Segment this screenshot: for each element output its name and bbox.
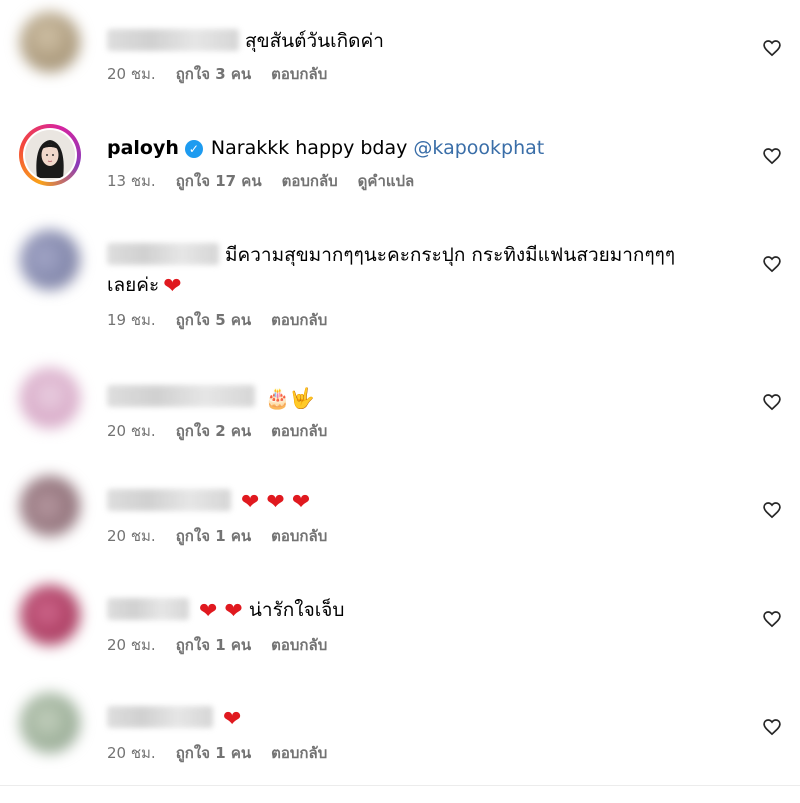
avatar xyxy=(25,130,75,180)
comment-text: ❤ xyxy=(107,703,740,735)
username-blurred[interactable] xyxy=(107,29,239,51)
heart-outline-icon[interactable] xyxy=(762,717,782,737)
comment-body: เลยค่ะ xyxy=(107,274,160,296)
comment-meta: 13 ชม. ถูกใจ 17 คน ตอบกลับ ดูคำแปล xyxy=(107,169,740,193)
heart-outline-icon[interactable] xyxy=(762,392,782,412)
comment-meta: 20 ชม. ถูกใจ 1 คน ตอบกลับ xyxy=(107,741,740,765)
username-blurred[interactable] xyxy=(107,243,219,265)
comment-list: สุขสันต์วันเกิดค่า 20 ชม. ถูกใจ 3 คน ตอบ… xyxy=(0,0,800,803)
comment-meta: 19 ชม. ถูกใจ 5 คน ตอบกลับ xyxy=(107,308,740,332)
timestamp[interactable]: 20 ชม. xyxy=(107,633,156,657)
likes-count[interactable]: ถูกใจ 17 คน xyxy=(176,169,262,193)
likes-count[interactable]: ถูกใจ 5 คน xyxy=(176,308,251,332)
username-blurred[interactable] xyxy=(107,489,231,511)
red-heart-emoji: ❤ xyxy=(223,707,242,732)
avatar[interactable] xyxy=(20,693,80,753)
comment-body: Narakkk happy bday xyxy=(210,137,408,159)
heart-outline-icon[interactable] xyxy=(762,609,782,629)
timestamp[interactable]: 20 ชม. xyxy=(107,524,156,548)
username-blurred[interactable] xyxy=(107,706,213,728)
cake-and-hand-emoji: 🎂🤟 xyxy=(265,386,315,410)
timestamp[interactable]: 19 ชม. xyxy=(107,308,156,332)
comment-text: สุขสันต์วันเกิดค่า xyxy=(107,26,740,56)
mention-link[interactable]: @kapookphat xyxy=(413,137,544,159)
reply-button[interactable]: ตอบกลับ xyxy=(282,169,338,193)
timestamp[interactable]: 13 ชม. xyxy=(107,169,156,193)
comment-text: 🎂🤟 xyxy=(107,382,740,413)
likes-count[interactable]: ถูกใจ 1 คน xyxy=(176,741,251,765)
avatar[interactable] xyxy=(20,476,80,536)
heart-outline-icon[interactable] xyxy=(762,146,782,166)
comment-meta: 20 ชม. ถูกใจ 1 คน ตอบกลับ xyxy=(107,633,740,657)
divider xyxy=(0,785,800,786)
reply-button[interactable]: ตอบกลับ xyxy=(271,308,327,332)
likes-count[interactable]: ถูกใจ 2 คน xyxy=(176,419,251,443)
reply-button[interactable]: ตอบกลับ xyxy=(271,633,327,657)
comment-meta: 20 ชม. ถูกใจ 2 คน ตอบกลับ xyxy=(107,419,740,443)
reply-button[interactable]: ตอบกลับ xyxy=(271,419,327,443)
comment-body: มีความสุขมากๆๆนะคะกระปุก กระทิงมีแฟนสวยม… xyxy=(225,244,676,266)
timestamp[interactable]: 20 ชม. xyxy=(107,419,156,443)
reply-button[interactable]: ตอบกลับ xyxy=(271,62,327,86)
heart-outline-icon[interactable] xyxy=(762,38,782,58)
avatar[interactable] xyxy=(20,230,80,290)
username-blurred[interactable] xyxy=(107,598,189,620)
see-translation-button[interactable]: ดูคำแปล xyxy=(358,169,415,193)
avatar[interactable] xyxy=(20,368,80,428)
likes-count[interactable]: ถูกใจ 1 คน xyxy=(176,633,251,657)
avatar[interactable] xyxy=(20,585,80,645)
likes-count[interactable]: ถูกใจ 1 คน xyxy=(176,524,251,548)
red-heart-emoji: ❤ ❤ xyxy=(199,599,243,624)
reply-button[interactable]: ตอบกลับ xyxy=(271,741,327,765)
avatar-inner xyxy=(23,128,77,182)
heart-outline-icon[interactable] xyxy=(762,500,782,520)
avatar[interactable] xyxy=(20,12,80,72)
reply-button[interactable]: ตอบกลับ xyxy=(271,524,327,548)
comment-text: ❤ ❤ ❤ xyxy=(107,486,740,518)
profile-photo xyxy=(25,130,75,180)
heart-outline-icon[interactable] xyxy=(762,254,782,274)
comment-meta: 20 ชม. ถูกใจ 3 คน ตอบกลับ xyxy=(107,62,740,86)
comment-text: paloyh ✓ Narakkk happy bday @kapookphat xyxy=(107,133,740,163)
red-heart-emoji: ❤ xyxy=(163,274,182,299)
username-blurred[interactable] xyxy=(107,385,255,407)
username[interactable]: paloyh xyxy=(107,137,179,159)
red-heart-emoji: ❤ ❤ ❤ xyxy=(241,490,311,515)
comment-text-continued: เลยค่ะ ❤ xyxy=(107,270,740,302)
comment-text: ❤ ❤ น่ารักใจเจ็บ xyxy=(107,595,740,627)
avatar-story-ring[interactable] xyxy=(19,124,81,186)
timestamp[interactable]: 20 ชม. xyxy=(107,741,156,765)
comment-meta: 20 ชม. ถูกใจ 1 คน ตอบกลับ xyxy=(107,524,740,548)
likes-count[interactable]: ถูกใจ 3 คน xyxy=(176,62,251,86)
comment-text: มีความสุขมากๆๆนะคะกระปุก กระทิงมีแฟนสวยม… xyxy=(107,240,740,270)
timestamp[interactable]: 20 ชม. xyxy=(107,62,156,86)
comment-body: สุขสันต์วันเกิดค่า xyxy=(245,30,384,52)
verified-badge-icon: ✓ xyxy=(184,140,203,158)
comment-body: น่ารักใจเจ็บ xyxy=(248,599,345,621)
